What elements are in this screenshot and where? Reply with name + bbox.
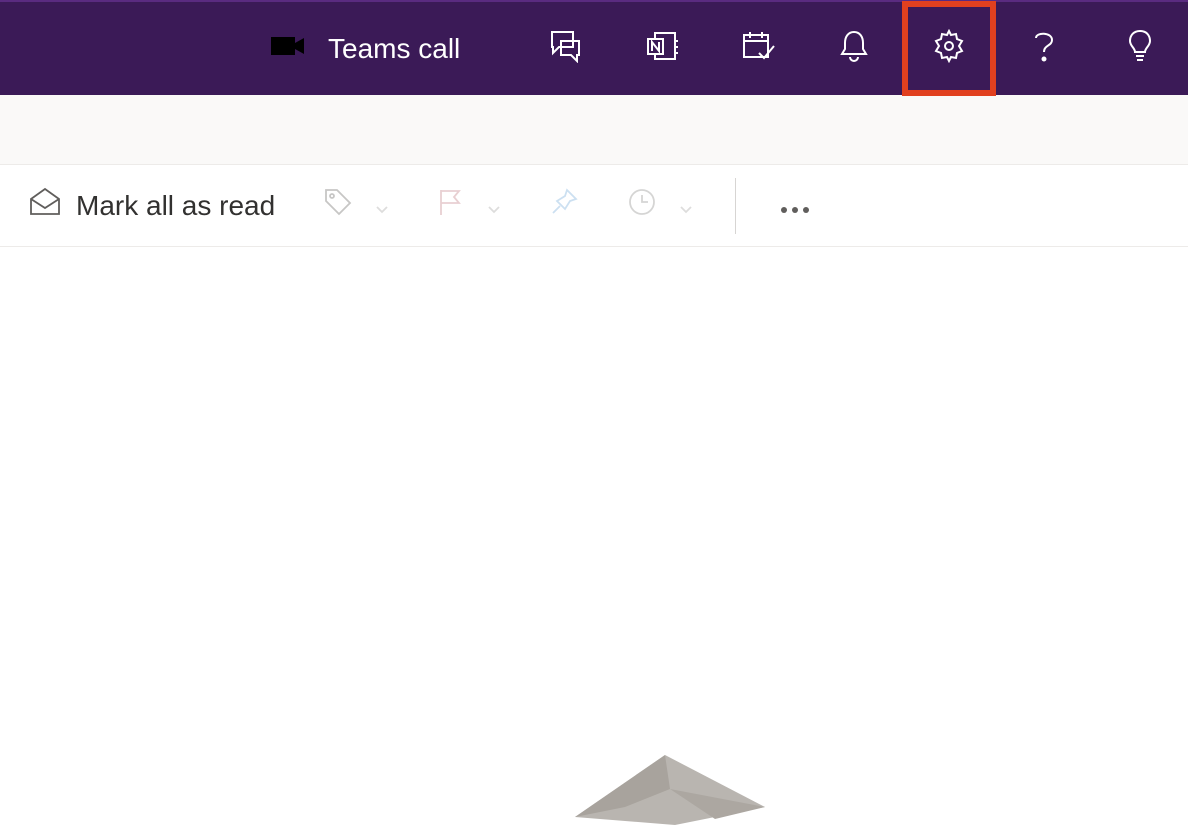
message-toolbar: Mark all as read <box>0 165 1188 247</box>
chat-button[interactable] <box>518 1 614 96</box>
chevron-down-icon <box>375 190 389 222</box>
pin-icon <box>549 187 579 224</box>
video-icon <box>270 34 306 63</box>
calendar-board-button[interactable] <box>710 1 806 96</box>
tips-button[interactable] <box>1092 1 1188 96</box>
flag-button[interactable] <box>413 165 525 246</box>
header-actions <box>518 1 1188 96</box>
lightbulb-icon <box>1127 28 1153 69</box>
mark-all-read-button[interactable]: Mark all as read <box>4 165 299 246</box>
flag-icon <box>437 187 465 224</box>
chevron-down-icon <box>679 190 693 222</box>
tag-icon <box>323 187 353 224</box>
ellipsis-icon <box>778 190 812 222</box>
clock-icon <box>627 187 657 224</box>
chat-icon <box>549 29 583 68</box>
empty-state <box>0 247 1188 803</box>
mark-all-read-label: Mark all as read <box>76 190 275 222</box>
bell-icon <box>839 29 869 68</box>
categorize-button[interactable] <box>299 165 413 246</box>
ribbon-gap <box>0 95 1188 165</box>
onenote-icon <box>645 29 679 68</box>
toolbar-separator <box>735 178 736 234</box>
calendar-check-icon <box>741 29 775 68</box>
question-icon <box>1032 28 1056 69</box>
more-actions-button[interactable] <box>754 165 836 246</box>
help-button[interactable] <box>996 1 1092 96</box>
settings-button[interactable] <box>902 1 996 96</box>
mail-open-icon <box>28 187 62 224</box>
envelope-illustration <box>565 747 775 827</box>
app-header: Teams call <box>0 0 1188 95</box>
teams-call-button[interactable]: Teams call <box>270 33 460 65</box>
teams-call-label: Teams call <box>328 33 460 65</box>
onenote-button[interactable] <box>614 1 710 96</box>
chevron-down-icon <box>487 190 501 222</box>
gear-icon <box>932 29 966 68</box>
notifications-button[interactable] <box>806 1 902 96</box>
snooze-button[interactable] <box>603 165 717 246</box>
pin-button[interactable] <box>525 165 603 246</box>
